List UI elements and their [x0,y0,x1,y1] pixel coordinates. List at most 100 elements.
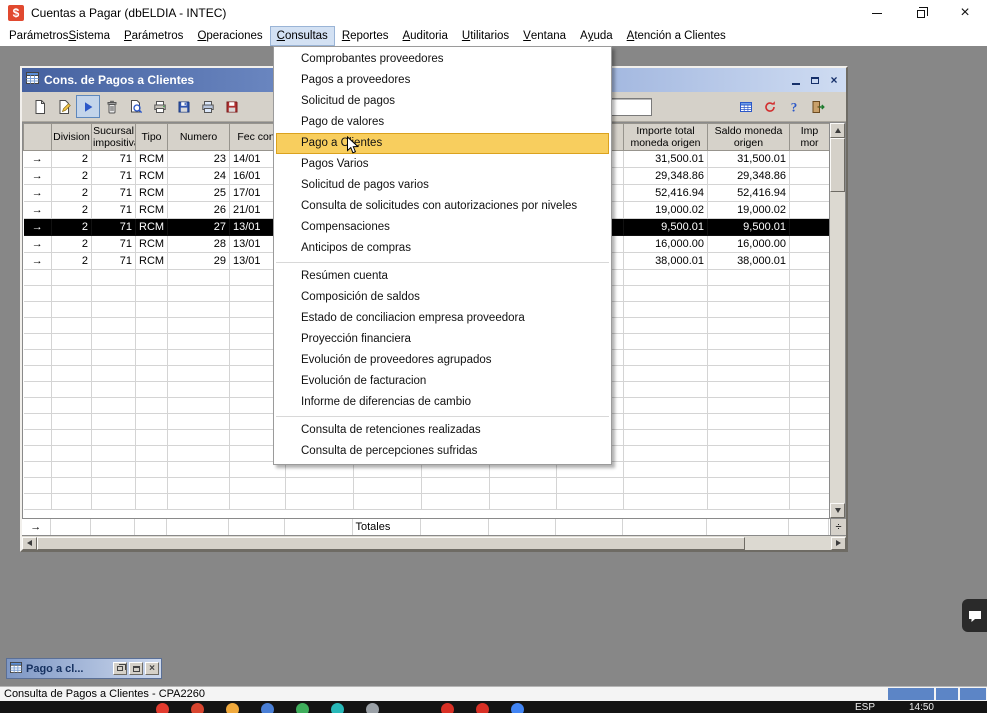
menu-item-evolucion-de-proveedores-agrupados[interactable]: Evolución de proveedores agrupados [274,350,611,371]
cell-importe[interactable]: 29,348.86 [624,168,708,185]
taskbar-app-icon[interactable] [476,703,489,713]
child-maximize-button[interactable] [807,73,823,87]
cell-numero[interactable]: 26 [168,202,230,219]
menu-item-pago-a-clientes[interactable]: Pago a Clientes [276,133,609,154]
scroll-down-button[interactable] [830,503,845,518]
taskbar-app-icon[interactable] [511,703,524,713]
cell-division[interactable]: 2 [52,236,92,253]
grid-corner-button[interactable]: ÷ [830,519,846,535]
horizontal-scroll-track[interactable] [37,537,831,550]
column-header-marker[interactable] [24,124,52,151]
menubar-item-parametros-sistema[interactable]: Parámetros Sistema [2,26,117,46]
menu-item-compensaciones[interactable]: Compensaciones [274,217,611,238]
cell-saldo[interactable]: 38,000.01 [708,253,790,270]
taskbar-app-icon[interactable] [441,703,454,713]
cell-tipo[interactable]: RCM [136,253,168,270]
cell-impmor[interactable] [790,236,830,253]
cell-saldo[interactable]: 31,500.01 [708,151,790,168]
taskbar-app-icon[interactable] [226,703,239,713]
menubar-item-ayuda[interactable]: Ayuda [573,26,620,46]
save-button[interactable] [172,95,196,118]
menu-item-proyeccion-financiera[interactable]: Proyección financiera [274,329,611,350]
menu-item-consulta-de-retenciones-realizadas[interactable]: Consulta de retenciones realizadas [274,420,611,441]
cell-marker[interactable]: → [24,219,52,236]
cell-impmor[interactable] [790,202,830,219]
minimized-window[interactable]: Pago a cl... × [6,658,162,679]
taskbar-app-icon[interactable] [191,703,204,713]
cell-importe[interactable]: 19,000.02 [624,202,708,219]
cell-importe[interactable]: 31,500.01 [624,151,708,168]
taskbar-language[interactable]: ESP [855,702,875,713]
exit-button[interactable] [806,95,830,118]
cell-saldo[interactable]: 29,348.86 [708,168,790,185]
menubar-item-parametros[interactable]: Parámetros [117,26,190,46]
cell-importe[interactable]: 16,000.00 [624,236,708,253]
menu-item-resumen-cuenta[interactable]: Resúmen cuenta [274,266,611,287]
cell-marker[interactable]: → [24,253,52,270]
taskbar-app-icon[interactable] [296,703,309,713]
taskbar-app-icon[interactable] [261,703,274,713]
child-minimize-button[interactable] [788,73,804,87]
cell-numero[interactable]: 24 [168,168,230,185]
cell-division[interactable]: 2 [52,219,92,236]
maximize-button[interactable] [899,0,943,26]
vertical-scroll-thumb[interactable] [830,138,845,192]
cell-saldo[interactable]: 9,500.01 [708,219,790,236]
cell-tipo[interactable]: RCM [136,236,168,253]
cell-importe[interactable]: 52,416.94 [624,185,708,202]
scroll-right-button[interactable] [831,537,846,550]
cell-sucursal[interactable]: 71 [92,236,136,253]
edit-record-button[interactable] [52,95,76,118]
cell-numero[interactable]: 27 [168,219,230,236]
column-header-saldo[interactable]: Saldo moneda origen [708,124,790,151]
column-header-division[interactable]: Division [52,124,92,151]
table-view-button[interactable] [734,95,758,118]
taskbar-app-icon[interactable] [366,703,379,713]
refresh-button[interactable] [758,95,782,118]
help-button[interactable]: ? [782,95,806,118]
vertical-scrollbar[interactable] [829,123,845,518]
column-header-sucursal[interactable]: Sucursal impositiva [92,124,136,151]
menubar-item-auditoria[interactable]: Auditoria [395,26,454,46]
cell-tipo[interactable]: RCM [136,168,168,185]
cell-marker[interactable]: → [24,236,52,253]
horizontal-scrollbar[interactable] [22,535,846,550]
close-button-min[interactable]: × [145,662,159,675]
cell-tipo[interactable]: RCM [136,185,168,202]
run-query-button[interactable] [76,95,100,118]
cell-numero[interactable]: 29 [168,253,230,270]
cell-impmor[interactable] [790,151,830,168]
column-header-importe[interactable]: Importe total moneda origen [624,124,708,151]
cell-division[interactable]: 2 [52,168,92,185]
cell-marker[interactable]: → [24,185,52,202]
scroll-left-button[interactable] [22,537,37,550]
cell-tipo[interactable]: RCM [136,219,168,236]
cell-division[interactable]: 2 [52,151,92,168]
print-button[interactable] [148,95,172,118]
column-header-tipo[interactable]: Tipo [136,124,168,151]
cell-sucursal[interactable]: 71 [92,253,136,270]
menu-item-estado-de-conciliacion-empresa-proveedora[interactable]: Estado de conciliacion empresa proveedor… [274,308,611,329]
menu-item-solicitud-de-pagos-varios[interactable]: Solicitud de pagos varios [274,175,611,196]
cell-marker[interactable]: → [24,202,52,219]
cell-marker[interactable]: → [24,151,52,168]
cell-numero[interactable]: 25 [168,185,230,202]
minimize-button[interactable] [855,0,899,26]
horizontal-scroll-thumb[interactable] [37,537,745,550]
menu-item-anticipos-de-compras[interactable]: Anticipos de compras [274,238,611,259]
menubar-item-operaciones[interactable]: Operaciones [190,26,269,46]
menu-item-pago-de-valores[interactable]: Pago de valores [274,112,611,133]
column-header-impmor[interactable]: Imp mor [790,124,830,151]
cell-division[interactable]: 2 [52,185,92,202]
print-grid-button[interactable] [196,95,220,118]
cell-numero[interactable]: 23 [168,151,230,168]
menu-item-consulta-de-solicitudes-con-autorizaciones-por-niveles[interactable]: Consulta de solicitudes con autorizacion… [274,196,611,217]
cell-tipo[interactable]: RCM [136,151,168,168]
column-header-numero[interactable]: Numero [168,124,230,151]
cell-sucursal[interactable]: 71 [92,219,136,236]
delete-record-button[interactable] [100,95,124,118]
menubar-item-consultas[interactable]: Consultas [270,26,335,46]
cell-sucursal[interactable]: 71 [92,202,136,219]
menu-item-comprobantes-proveedores[interactable]: Comprobantes proveedores [274,49,611,70]
cell-division[interactable]: 2 [52,202,92,219]
